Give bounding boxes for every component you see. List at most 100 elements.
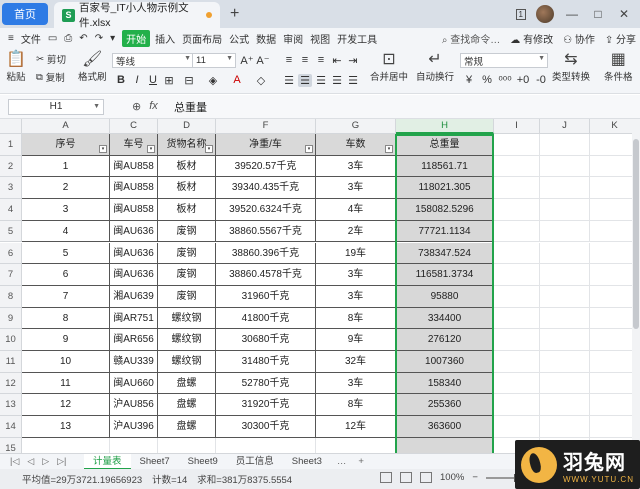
next-sheet-icon[interactable]: ▷ xyxy=(42,456,49,467)
border-icon[interactable]: ⊞ xyxy=(162,74,176,87)
cut-button[interactable]: ✂ 剪切 xyxy=(36,52,66,67)
table-cell[interactable]: 赣AU339 xyxy=(110,351,158,373)
select-all-corner[interactable] xyxy=(0,119,22,134)
table-cell[interactable]: 沪AU856 xyxy=(110,394,158,417)
table-cell[interactable]: 4车 xyxy=(316,199,396,221)
sheet-tab[interactable]: Sheet9 xyxy=(179,454,227,470)
font-size-select[interactable]: 11 ▼ xyxy=(192,53,236,68)
modified-button[interactable]: ☁ 有修改 xyxy=(510,31,553,46)
percent-icon[interactable]: % xyxy=(480,74,494,86)
table-cell-empty[interactable] xyxy=(540,220,590,243)
table-cell-empty[interactable] xyxy=(494,394,540,417)
bold-icon[interactable]: B xyxy=(114,74,128,86)
table-cell[interactable]: 螺纹钢 xyxy=(158,329,216,351)
table-cell[interactable]: 77721.1134 xyxy=(396,220,494,243)
new-tab-button[interactable]: + xyxy=(230,5,239,23)
table-cell-empty[interactable] xyxy=(110,437,158,453)
table-cell[interactable]: 118561.71 xyxy=(396,155,494,178)
fx-icon[interactable]: fx xyxy=(149,100,158,113)
table-cell[interactable]: 12 xyxy=(22,394,110,417)
column-header[interactable]: C xyxy=(110,119,158,134)
table-cell[interactable]: 334400 xyxy=(396,307,494,330)
table-cell[interactable]: 738347.524 xyxy=(396,242,494,265)
table-cell[interactable]: 盘螺 xyxy=(158,372,216,395)
add-sheet-button[interactable]: + xyxy=(352,456,370,467)
table-cell-empty[interactable] xyxy=(494,199,540,221)
decimal-increase-icon[interactable]: +0 xyxy=(516,74,530,86)
column-header[interactable]: D xyxy=(158,119,216,134)
vertical-scrollbar[interactable] xyxy=(632,119,640,453)
table-cell-empty[interactable] xyxy=(540,264,590,286)
sheet-tab-active[interactable]: 计量表 xyxy=(84,453,131,470)
menu-insert[interactable]: 插入 xyxy=(155,31,175,46)
table-cell[interactable]: 41800千克 xyxy=(216,307,316,330)
eraser-icon[interactable]: ◇ xyxy=(254,74,268,87)
number-format-select[interactable]: 常规 ▼ xyxy=(460,53,548,68)
table-cell[interactable]: 9车 xyxy=(316,329,396,351)
conditional-format-button[interactable]: ▦ 条件格 xyxy=(604,51,633,83)
table-cell[interactable]: 39520.57千克 xyxy=(216,155,316,178)
zoom-level[interactable]: 100% xyxy=(440,472,464,483)
font-grow-icon[interactable]: A⁺ xyxy=(240,54,254,67)
table-cell-empty[interactable] xyxy=(494,220,540,243)
table-cell-empty[interactable] xyxy=(494,329,540,351)
table-header-cell[interactable]: 净重/车 ▾ xyxy=(216,134,316,156)
menu-review[interactable]: 审阅 xyxy=(283,31,303,46)
align-left-icon[interactable]: ☰ xyxy=(282,74,296,87)
row-header[interactable]: 1 xyxy=(0,134,22,156)
table-cell[interactable]: 闽AU858 xyxy=(110,177,158,200)
table-cell[interactable]: 32车 xyxy=(316,351,396,373)
zoom-out-icon[interactable]: − xyxy=(472,472,478,483)
close-button[interactable]: ✕ xyxy=(616,7,632,21)
sheet-tab[interactable]: Sheet3 xyxy=(283,454,331,470)
table-cell-empty[interactable] xyxy=(158,437,216,453)
spreadsheet-grid[interactable]: A C D F G H I J K 1 2 3 4 5 6 7 8 9 10 11 12 13 14 15 序号 ▾ 车号 ▾ 货物名称… xyxy=(0,119,640,453)
table-cell-empty[interactable] xyxy=(396,437,494,453)
table-cell-empty[interactable] xyxy=(494,264,540,286)
table-cell[interactable]: 10 xyxy=(22,351,110,373)
table-header-cell[interactable]: 车号 ▾ xyxy=(110,134,158,156)
table-cell-empty[interactable] xyxy=(540,134,590,156)
font-name-select[interactable]: 等线 ▼ xyxy=(112,53,194,68)
table-cell[interactable]: 3车 xyxy=(316,285,396,308)
name-box[interactable]: H1 ▼ xyxy=(8,99,104,115)
table-cell-empty[interactable] xyxy=(494,155,540,178)
font-shrink-icon[interactable]: A⁻ xyxy=(256,54,270,67)
table-header-cell[interactable]: 货物名称 ▾ xyxy=(158,134,216,156)
italic-icon[interactable]: I xyxy=(130,74,144,86)
align-top-icon[interactable]: ≡ xyxy=(282,54,296,66)
table-cell[interactable]: 3 xyxy=(22,199,110,221)
type-convert-button[interactable]: ⇆ 类型转换 xyxy=(552,51,590,83)
table-cell-empty[interactable] xyxy=(494,351,540,373)
copy-button[interactable]: ⧉ 复制 xyxy=(36,70,65,85)
menu-formula[interactable]: 公式 xyxy=(229,31,249,46)
table-cell[interactable]: 7 xyxy=(22,285,110,308)
align-center-icon[interactable]: ☰ xyxy=(298,74,312,87)
table-cell[interactable]: 38860.4578千克 xyxy=(216,264,316,286)
table-cell[interactable]: 31480千克 xyxy=(216,351,316,373)
menu-file[interactable]: 文件 xyxy=(21,31,41,46)
underline-icon[interactable]: U xyxy=(146,74,160,86)
table-cell[interactable]: 11 xyxy=(22,372,110,395)
table-cell[interactable]: 39340.435千克 xyxy=(216,177,316,200)
filter-dropdown-icon[interactable]: ▾ xyxy=(305,144,313,153)
sheet-tab[interactable]: 员工信息 xyxy=(227,454,283,470)
table-cell[interactable]: 31920千克 xyxy=(216,394,316,417)
table-cell-empty[interactable] xyxy=(540,285,590,308)
formula-input[interactable]: 总重量 xyxy=(174,99,207,115)
zoom-icon[interactable]: ⊕ xyxy=(132,100,141,113)
row-header[interactable]: 13 xyxy=(0,394,22,417)
column-header[interactable]: H xyxy=(396,119,494,134)
table-cell[interactable]: 3车 xyxy=(316,177,396,200)
maximize-button[interactable]: □ xyxy=(590,7,606,21)
print-icon[interactable]: ⎙ xyxy=(64,33,72,44)
table-cell-empty[interactable] xyxy=(494,242,540,265)
table-cell[interactable]: 38860.396千克 xyxy=(216,242,316,265)
row-header[interactable]: 5 xyxy=(0,220,22,243)
align-middle-icon[interactable]: ≡ xyxy=(298,54,312,66)
row-header[interactable]: 10 xyxy=(0,329,22,351)
justify-icon[interactable]: ☰ xyxy=(330,74,344,87)
table-cell[interactable]: 158082.5296 xyxy=(396,199,494,221)
table-cell[interactable]: 4 xyxy=(22,220,110,243)
table-cell[interactable]: 板材 xyxy=(158,177,216,200)
